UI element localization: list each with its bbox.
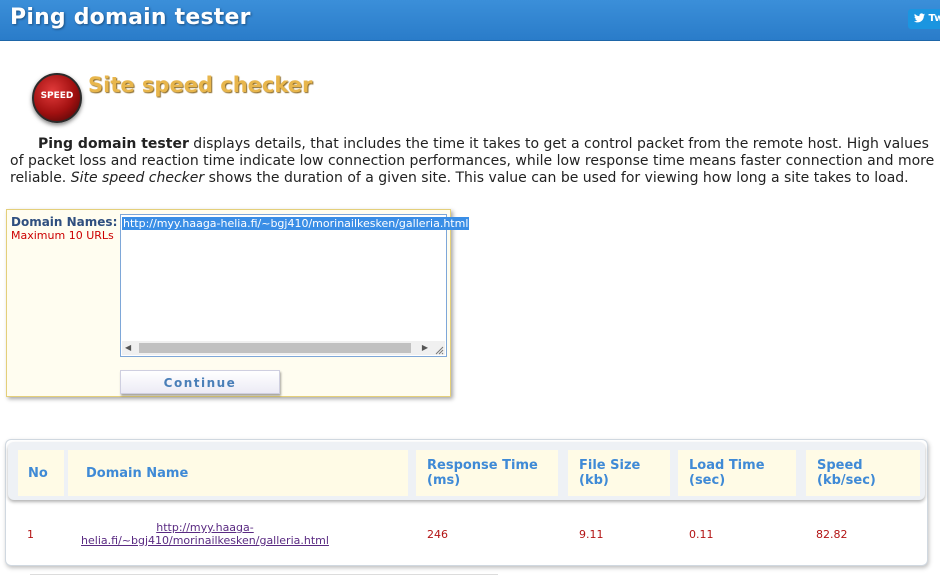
table-header: No Domain Name Response Time (ms) File Si… [8,442,925,500]
scroll-right-icon[interactable]: ▶ [422,341,428,355]
header-bar: Ping domain tester Tw [0,0,940,41]
domain-names-label: Domain Names: [11,215,118,229]
row-file-size: 9.11 [579,528,604,541]
description-text-2: shows the duration of a given site. This… [204,170,909,186]
textarea-value: http://myy.haaga-helia.fi/~bgj410/morina… [122,217,470,230]
max-urls-label: Maximum 10 URLs [11,229,114,242]
domain-form: Domain Names: Maximum 10 URLs http://myy… [6,209,470,397]
description-bold: Ping domain tester [38,136,189,152]
header-load-time: Load Time (sec) [678,450,796,496]
speed-logo: SPEED [32,73,82,123]
scroll-left-icon[interactable]: ◀ [125,341,131,355]
description-italic: Site speed checker [70,170,205,186]
subtitle: Site speed checker [88,73,313,97]
scrollbar-thumb[interactable] [139,343,411,353]
results-table: No Domain Name Response Time (ms) File Si… [5,439,928,566]
twitter-icon [914,13,925,23]
horizontal-scrollbar[interactable]: ◀ ▶ [122,341,431,355]
header-file-size: File Size (kb) [568,450,670,496]
description: Ping domain tester displays details, tha… [10,136,936,187]
speed-logo-text: SPEED [40,91,74,101]
divider [30,574,498,578]
resize-grip-icon[interactable] [431,341,445,355]
continue-button[interactable]: Continue [120,370,280,394]
row-domain-link[interactable]: http://myy.haaga-helia.fi/~bgj410/morina… [75,521,335,547]
header-speed: Speed (kb/sec) [806,450,920,496]
twitter-button[interactable]: Tw [908,9,940,29]
row-no: 1 [27,528,34,541]
domain-textarea[interactable]: http://myy.haaga-helia.fi/~bgj410/morina… [120,214,470,357]
header-domain-name: Domain Name [68,450,408,496]
page-title: Ping domain tester [10,5,251,30]
header-response-time: Response Time (ms) [416,450,558,496]
row-speed: 82.82 [816,528,848,541]
twitter-label: Tw [928,13,940,24]
header-no: No [18,450,64,496]
row-response-time: 246 [427,528,448,541]
row-load-time: 0.11 [689,528,714,541]
